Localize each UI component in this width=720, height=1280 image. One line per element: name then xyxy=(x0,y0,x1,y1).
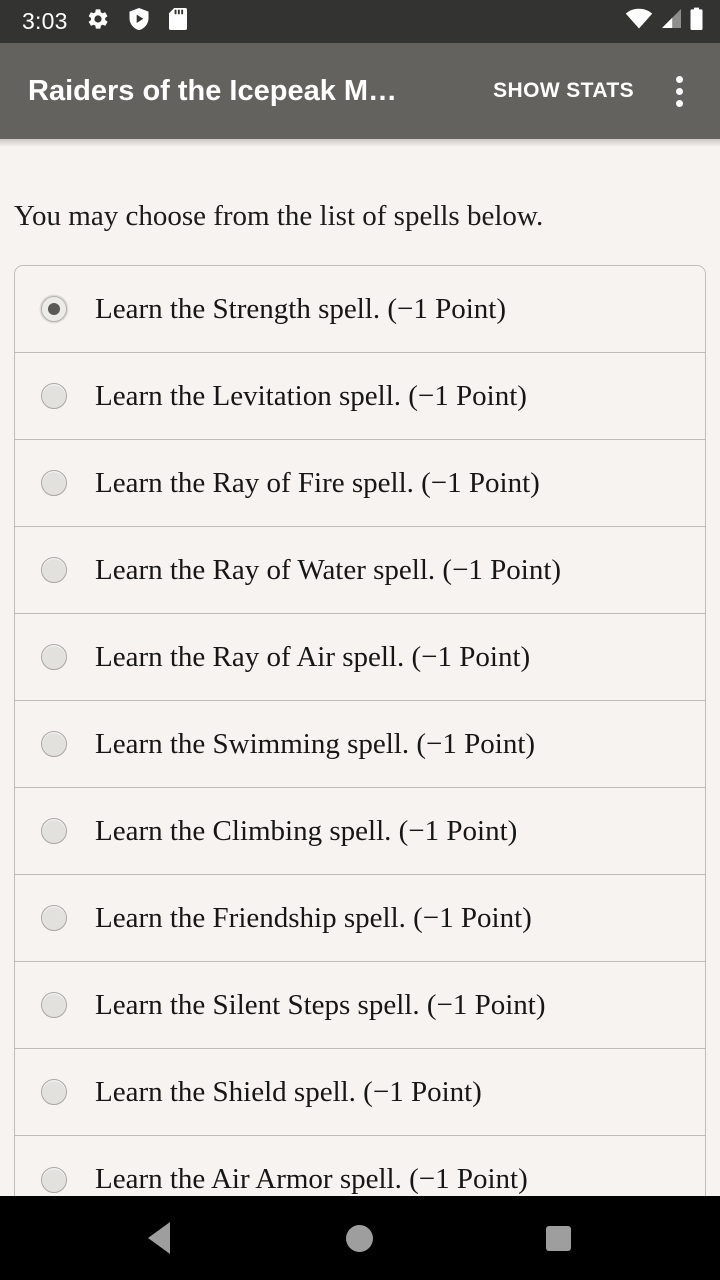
spell-choice-list: Learn the Strength spell. (−1 Point) Lear… xyxy=(14,265,706,1196)
radio-button[interactable] xyxy=(41,644,67,670)
spell-option-row[interactable]: Learn the Climbing spell. (−1 Point) xyxy=(15,788,705,875)
status-bar-clock: 3:03 xyxy=(22,8,68,34)
spell-option-label: Learn the Climbing spell. (−1 Point) xyxy=(95,814,518,847)
spell-option-label: Learn the Shield spell. (−1 Point) xyxy=(95,1075,482,1108)
back-icon[interactable] xyxy=(99,1196,219,1280)
radio-button[interactable] xyxy=(41,383,67,409)
radio-button-selected[interactable] xyxy=(41,296,67,322)
sd-card-icon xyxy=(168,7,188,36)
spell-option-row[interactable]: Learn the Air Armor spell. (−1 Point) xyxy=(15,1136,705,1196)
radio-button[interactable] xyxy=(41,470,67,496)
more-vert-dot xyxy=(675,75,683,83)
spell-option-row[interactable]: Learn the Levitation spell. (−1 Point) xyxy=(15,353,705,440)
radio-button[interactable] xyxy=(41,1166,67,1193)
radio-button[interactable] xyxy=(41,818,67,844)
prompt-text: You may choose from the list of spells b… xyxy=(14,200,544,232)
spell-option-label: Learn the Strength spell. (−1 Point) xyxy=(95,292,506,325)
gear-icon xyxy=(86,7,110,36)
back-triangle-glyph xyxy=(148,1222,170,1254)
main-content: You may choose from the list of spells b… xyxy=(0,147,720,1196)
battery-icon xyxy=(689,7,704,36)
spell-option-row[interactable]: Learn the Ray of Fire spell. (−1 Point) xyxy=(15,440,705,527)
spell-option-row[interactable]: Learn the Strength spell. (−1 Point) xyxy=(15,266,705,353)
status-bar-right-group xyxy=(625,7,704,36)
spell-option-label: Learn the Silent Steps spell. (−1 Point) xyxy=(95,988,546,1021)
spell-option-row[interactable]: Learn the Swimming spell. (−1 Point) xyxy=(15,701,705,788)
status-bar-left-group: 3:03 xyxy=(22,7,625,36)
spell-option-label: Learn the Ray of Fire spell. (−1 Point) xyxy=(95,466,540,499)
radio-button[interactable] xyxy=(41,992,67,1018)
home-icon[interactable] xyxy=(299,1196,419,1280)
more-vert-icon[interactable] xyxy=(652,64,706,118)
status-bar: 3:03 xyxy=(0,0,720,43)
spell-option-label: Learn the Ray of Water spell. (−1 Point) xyxy=(95,553,562,586)
spell-option-row[interactable]: Learn the Ray of Air spell. (−1 Point) xyxy=(15,614,705,701)
more-vert-dot xyxy=(675,99,683,107)
spell-option-label: Learn the Ray of Air spell. (−1 Point) xyxy=(95,640,531,673)
spell-option-row[interactable]: Learn the Silent Steps spell. (−1 Point) xyxy=(15,962,705,1049)
recents-icon[interactable] xyxy=(498,1196,618,1280)
system-navigation-bar xyxy=(0,1196,720,1280)
spell-option-row[interactable]: Learn the Ray of Water spell. (−1 Point) xyxy=(15,527,705,614)
phone-screen: 3:03 Raiders of the Icepeak M… SHOW STAT… xyxy=(0,0,720,1280)
radio-button[interactable] xyxy=(41,1079,67,1105)
spell-option-label: Learn the Friendship spell. (−1 Point) xyxy=(95,901,532,934)
radio-button[interactable] xyxy=(41,905,67,931)
recents-square-glyph xyxy=(545,1225,571,1251)
app-bar-shadow xyxy=(0,139,720,147)
shield-play-icon xyxy=(128,7,150,36)
show-stats-button[interactable]: SHOW STATS xyxy=(485,69,642,113)
spell-option-label: Learn the Levitation spell. (−1 Point) xyxy=(95,379,527,412)
spell-option-row[interactable]: Learn the Shield spell. (−1 Point) xyxy=(15,1049,705,1136)
spell-option-row[interactable]: Learn the Friendship spell. (−1 Point) xyxy=(15,875,705,962)
radio-button[interactable] xyxy=(41,731,67,757)
radio-button[interactable] xyxy=(41,557,67,583)
spell-option-label: Learn the Swimming spell. (−1 Point) xyxy=(95,727,536,760)
spell-option-label: Learn the Air Armor spell. (−1 Point) xyxy=(95,1163,528,1195)
home-circle-glyph xyxy=(345,1224,373,1252)
cell-signal-icon xyxy=(659,8,683,35)
wifi-icon xyxy=(625,8,653,35)
app-bar: Raiders of the Icepeak M… SHOW STATS xyxy=(0,43,720,139)
more-vert-dot xyxy=(675,87,683,95)
page-title: Raiders of the Icepeak M… xyxy=(28,74,398,107)
